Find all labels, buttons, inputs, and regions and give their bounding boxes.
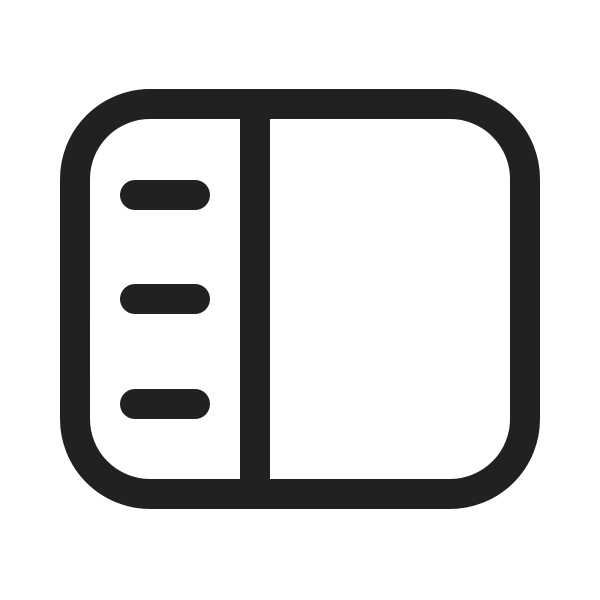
icon-canvas: [0, 0, 600, 600]
sidebar-layout-svg: [60, 89, 540, 509]
sidebar-layout-icon: [0, 0, 600, 600]
